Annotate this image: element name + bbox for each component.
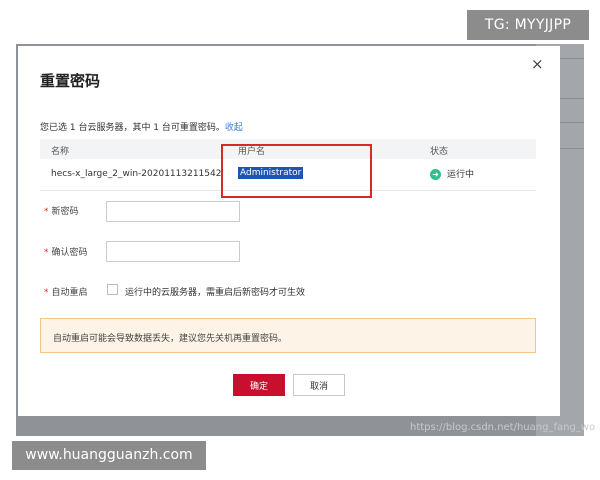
cancel-button[interactable]: 取消 (293, 374, 345, 396)
server-name: hecs-x_large_2_win-20201113211542 (51, 169, 222, 179)
tg-watermark: TG: MYYJJPP (467, 10, 589, 40)
auto-restart-label-text: 自动重启 (51, 288, 88, 298)
required-mark: * (44, 288, 49, 298)
confirm-password-input[interactable] (106, 241, 240, 262)
site-watermark: www.huangguanzh.com (12, 441, 206, 470)
new-password-label-text: 新密码 (51, 207, 79, 217)
confirm-password-label: * 确认密码 (44, 245, 88, 258)
data-loss-warning: 自动重启可能会导致数据丢失，建议您先关机再重置密码。 (40, 318, 536, 353)
column-header-status: 状态 (430, 147, 449, 157)
column-header-name: 名称 (51, 147, 70, 157)
confirm-password-label-text: 确认密码 (51, 248, 88, 258)
collapse-link[interactable]: 收起 (225, 123, 243, 133)
auto-restart-checkbox[interactable] (107, 284, 118, 295)
summary-text: 您已选 1 台云服务器，其中 1 台可重置密码。 (40, 123, 225, 133)
warning-text: 自动重启可能会导致数据丢失，建议您先关机再重置密码。 (53, 334, 288, 344)
close-icon[interactable]: × (531, 55, 544, 73)
required-mark: * (44, 248, 49, 258)
status-text: 运行中 (447, 170, 475, 180)
arrow-right-circle-icon: ➜ (430, 169, 441, 180)
dialog-title: 重置密码 (40, 72, 101, 90)
server-status: ➜ 运行中 (430, 167, 474, 180)
auto-restart-label: * 自动重启 (44, 285, 88, 298)
username-highlight-box (221, 144, 372, 198)
selection-summary: 您已选 1 台云服务器，其中 1 台可重置密码。收起 (40, 120, 243, 133)
csdn-watermark: https://blog.csdn.net/huang_fang_wo (410, 422, 596, 433)
auto-restart-description: 运行中的云服务器，需重启后新密码才可生效 (125, 288, 306, 298)
required-mark: * (44, 207, 49, 217)
new-password-label: * 新密码 (44, 204, 79, 217)
confirm-button[interactable]: 确定 (233, 374, 285, 396)
reset-password-dialog: 重置密码 × 您已选 1 台云服务器，其中 1 台可重置密码。收起 名称 用户名… (18, 46, 560, 416)
new-password-input[interactable] (106, 201, 240, 222)
